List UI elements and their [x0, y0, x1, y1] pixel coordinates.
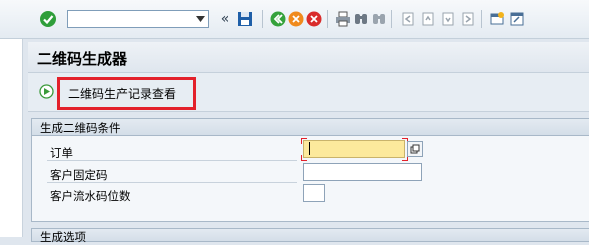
- customer-code-input[interactable]: [303, 163, 422, 181]
- cancel-icon[interactable]: [304, 9, 324, 29]
- row-divider: [47, 182, 297, 183]
- exit-icon[interactable]: [286, 9, 306, 29]
- group-header: 生成二维码条件: [32, 119, 589, 136]
- text-caret: [309, 142, 310, 155]
- focus-corner: [301, 138, 307, 144]
- prev-page-icon[interactable]: [418, 9, 438, 29]
- value-help-icon[interactable]: [407, 141, 423, 157]
- left-panel-edge: [0, 39, 23, 237]
- group-title: 生成选项: [40, 230, 86, 244]
- find-icon[interactable]: [351, 9, 371, 29]
- first-page-icon[interactable]: [398, 9, 418, 29]
- group-title: 生成二维码条件: [40, 121, 121, 135]
- serial-digits-label: 客户流水码位数: [50, 189, 131, 203]
- system-toolbar: «: [0, 0, 589, 39]
- customer-code-label: 客户固定码: [50, 168, 108, 182]
- serial-digits-input[interactable]: [303, 184, 325, 202]
- order-input[interactable]: [303, 140, 405, 158]
- next-page-icon[interactable]: [438, 9, 458, 29]
- command-field[interactable]: [67, 10, 209, 28]
- separator: [262, 10, 263, 28]
- print-icon[interactable]: [333, 9, 353, 29]
- separator: [391, 10, 392, 28]
- save-icon[interactable]: [235, 9, 255, 29]
- green-back-icon[interactable]: [268, 9, 288, 29]
- find-next-icon[interactable]: [369, 9, 389, 29]
- page-title: 二维码生成器: [37, 50, 128, 68]
- new-session-icon[interactable]: [487, 9, 507, 29]
- chevron-down-icon[interactable]: [192, 11, 208, 27]
- check-icon[interactable]: [38, 9, 58, 29]
- row-divider: [47, 160, 297, 161]
- collapse-icon[interactable]: «: [215, 9, 235, 29]
- shortcut-icon[interactable]: [507, 9, 527, 29]
- focus-corner: [301, 155, 307, 161]
- record-view-button[interactable]: 二维码生产记录查看: [68, 85, 176, 102]
- last-page-icon[interactable]: [458, 9, 478, 29]
- order-label: 订单: [50, 146, 73, 160]
- separator: [481, 10, 482, 28]
- separator: [327, 10, 328, 28]
- title-bar: 二维码生成器: [28, 42, 589, 73]
- execute-icon[interactable]: [39, 84, 54, 102]
